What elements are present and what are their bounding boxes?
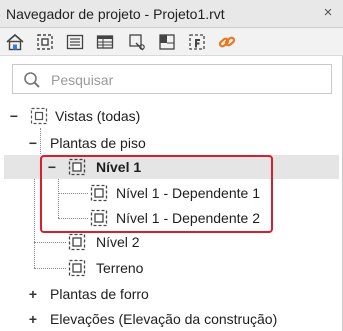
tree-item-terreno[interactable]: Terreno bbox=[0, 257, 343, 279]
tree-item-label: Vistas (todas) bbox=[55, 108, 141, 124]
tree-item-label: Terreno bbox=[96, 260, 144, 276]
collapse-toggle[interactable]: − bbox=[8, 109, 20, 123]
project-browser-panel: Navegador de projeto - Projeto1.rvt × Pe… bbox=[0, 0, 343, 331]
collapse-toggle[interactable]: − bbox=[27, 136, 39, 150]
tree-item-label: Nível 2 bbox=[96, 234, 140, 250]
tree-item-vistas[interactable]: − Vistas (todas) bbox=[0, 105, 343, 127]
project-tree: − Vistas (todas) − Plantas de piso − Nív… bbox=[0, 0, 343, 331]
tree-item-label: Plantas de piso bbox=[50, 135, 146, 151]
tree-item-label: Plantas de forro bbox=[50, 286, 149, 302]
expand-toggle[interactable]: + bbox=[27, 287, 39, 301]
tree-item-label: Elevações (Elevação da construção) bbox=[50, 311, 278, 327]
tree-item-nivel-2[interactable]: Nível 2 bbox=[0, 231, 343, 253]
tree-item-elevacoes[interactable]: + Elevações (Elevação da construção) bbox=[0, 308, 343, 330]
views-icon bbox=[30, 107, 48, 125]
floor-plan-icon bbox=[68, 259, 86, 277]
floor-plan-icon bbox=[68, 233, 86, 251]
tree-item-plantas-de-forro[interactable]: + Plantas de forro bbox=[0, 283, 343, 305]
selection-outline bbox=[40, 155, 273, 233]
expand-toggle[interactable]: + bbox=[27, 312, 39, 326]
tree-item-plantas-de-piso[interactable]: − Plantas de piso bbox=[0, 132, 343, 154]
